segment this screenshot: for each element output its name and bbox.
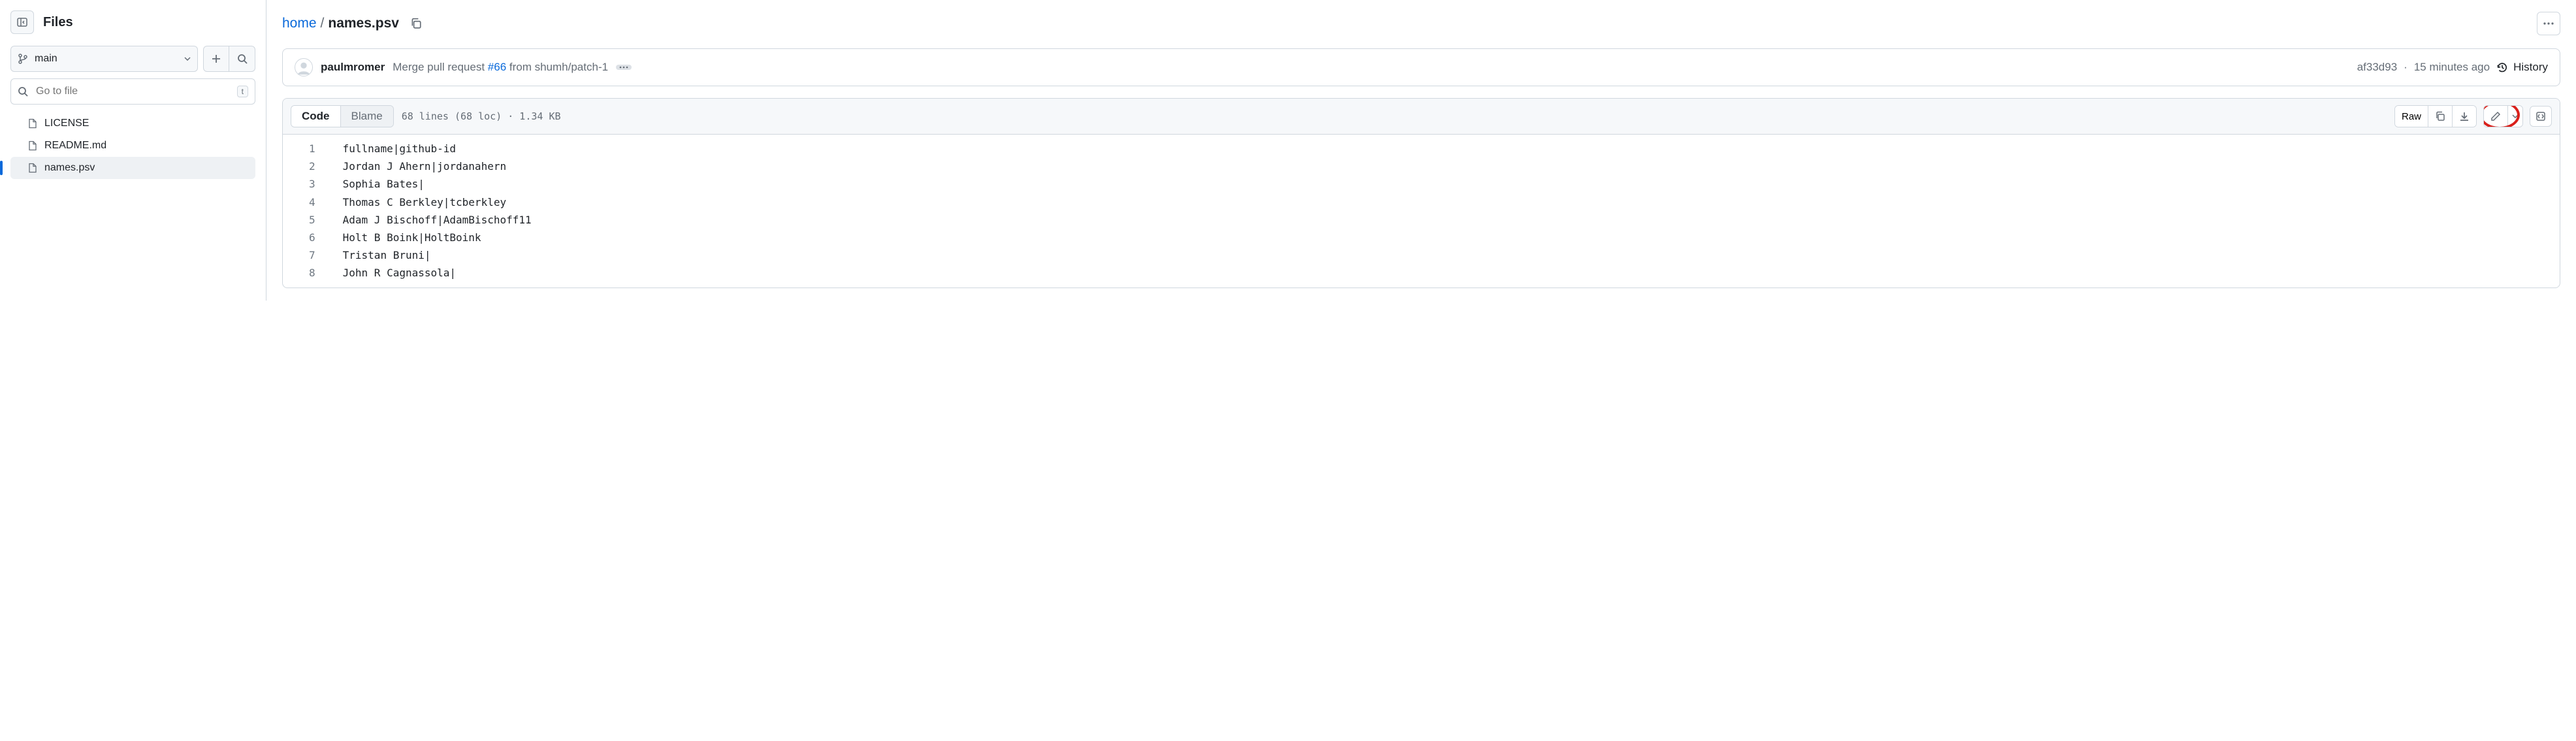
search-icon xyxy=(18,86,28,97)
caret-down-icon xyxy=(2512,114,2519,118)
copy-raw-button[interactable] xyxy=(2428,106,2452,127)
kbd-hint: t xyxy=(237,86,248,97)
breadcrumb-repo[interactable]: home xyxy=(282,16,317,31)
pencil-icon xyxy=(2490,111,2501,122)
add-file-button[interactable] xyxy=(203,46,229,72)
branch-name: main xyxy=(35,53,178,65)
commit-message[interactable]: Merge pull request #66 from shumh/patch-… xyxy=(393,61,608,74)
commit-sha[interactable]: af33d93 xyxy=(2357,61,2397,74)
commit-time: 15 minutes ago xyxy=(2414,61,2490,74)
breadcrumb: home / names.psv xyxy=(282,16,399,31)
kebab-icon xyxy=(2543,22,2554,25)
ellipsis-icon xyxy=(619,66,628,69)
main: home / names.psv paulmromer Merge pull r… xyxy=(266,0,2576,301)
more-actions-button[interactable] xyxy=(2537,12,2560,35)
search-icon xyxy=(237,54,248,64)
file-meta: 68 lines (68 loc) · 1.34 KB xyxy=(402,110,561,122)
tree-item-label: README.md xyxy=(44,140,106,152)
sidebar-collapse-icon xyxy=(17,17,27,27)
tab-blame[interactable]: Blame xyxy=(341,106,393,127)
edit-dropdown-button[interactable] xyxy=(2507,106,2522,127)
copy-icon xyxy=(2435,111,2445,122)
breadcrumb-sep: / xyxy=(321,16,325,31)
tree-item-label: names.psv xyxy=(44,162,95,174)
file-tree: LICENSE README.md names.psv xyxy=(10,112,255,179)
code-lines[interactable]: fullname|github-idJordan J Ahern|jordana… xyxy=(330,140,532,282)
edit-button[interactable] xyxy=(2484,106,2507,127)
copy-icon xyxy=(410,18,422,29)
file-icon xyxy=(27,118,38,129)
view-mode-toggle: Code Blame xyxy=(291,105,394,127)
commit-author[interactable]: paulmromer xyxy=(321,61,385,74)
avatar[interactable] xyxy=(295,58,313,76)
pr-link[interactable]: #66 xyxy=(488,61,506,73)
download-icon xyxy=(2459,111,2470,122)
tree-item[interactable]: LICENSE xyxy=(10,112,255,135)
history-icon xyxy=(2496,61,2508,73)
file-icon xyxy=(27,140,38,151)
symbols-icon xyxy=(2536,111,2546,122)
breadcrumb-file: names.psv xyxy=(328,16,399,31)
go-to-file-field[interactable] xyxy=(35,85,231,98)
raw-group: Raw xyxy=(2394,105,2477,127)
file-icon xyxy=(27,163,38,173)
tree-item[interactable]: README.md xyxy=(10,135,255,157)
code-area: 12345678 fullname|github-idJordan J Aher… xyxy=(283,135,2560,288)
download-button[interactable] xyxy=(2452,106,2476,127)
sidebar-title: Files xyxy=(43,15,73,30)
plus-icon xyxy=(211,54,221,64)
raw-button[interactable]: Raw xyxy=(2395,106,2428,127)
go-to-file-input[interactable]: t xyxy=(10,78,255,105)
file-toolbar: Code Blame 68 lines (68 loc) · 1.34 KB R… xyxy=(283,99,2560,135)
copy-path-button[interactable] xyxy=(407,14,425,33)
file-view: Code Blame 68 lines (68 loc) · 1.34 KB R… xyxy=(282,98,2560,288)
sidebar: Files main t LICENSE README.md xyxy=(0,0,266,301)
line-numbers: 12345678 xyxy=(283,140,330,282)
git-branch-icon xyxy=(18,54,28,64)
branch-picker[interactable]: main xyxy=(10,46,198,72)
tab-code[interactable]: Code xyxy=(291,106,341,127)
search-tree-button[interactable] xyxy=(229,46,255,72)
commit-expand-button[interactable] xyxy=(616,65,632,70)
symbols-button[interactable] xyxy=(2530,106,2552,127)
tree-item[interactable]: names.psv xyxy=(10,157,255,179)
history-link[interactable]: History xyxy=(2496,61,2548,74)
tree-item-label: LICENSE xyxy=(44,118,89,129)
caret-down-icon xyxy=(184,57,191,61)
collapse-sidebar-button[interactable] xyxy=(10,10,34,34)
commit-bar: paulmromer Merge pull request #66 from s… xyxy=(282,48,2560,86)
edit-group xyxy=(2483,105,2523,127)
